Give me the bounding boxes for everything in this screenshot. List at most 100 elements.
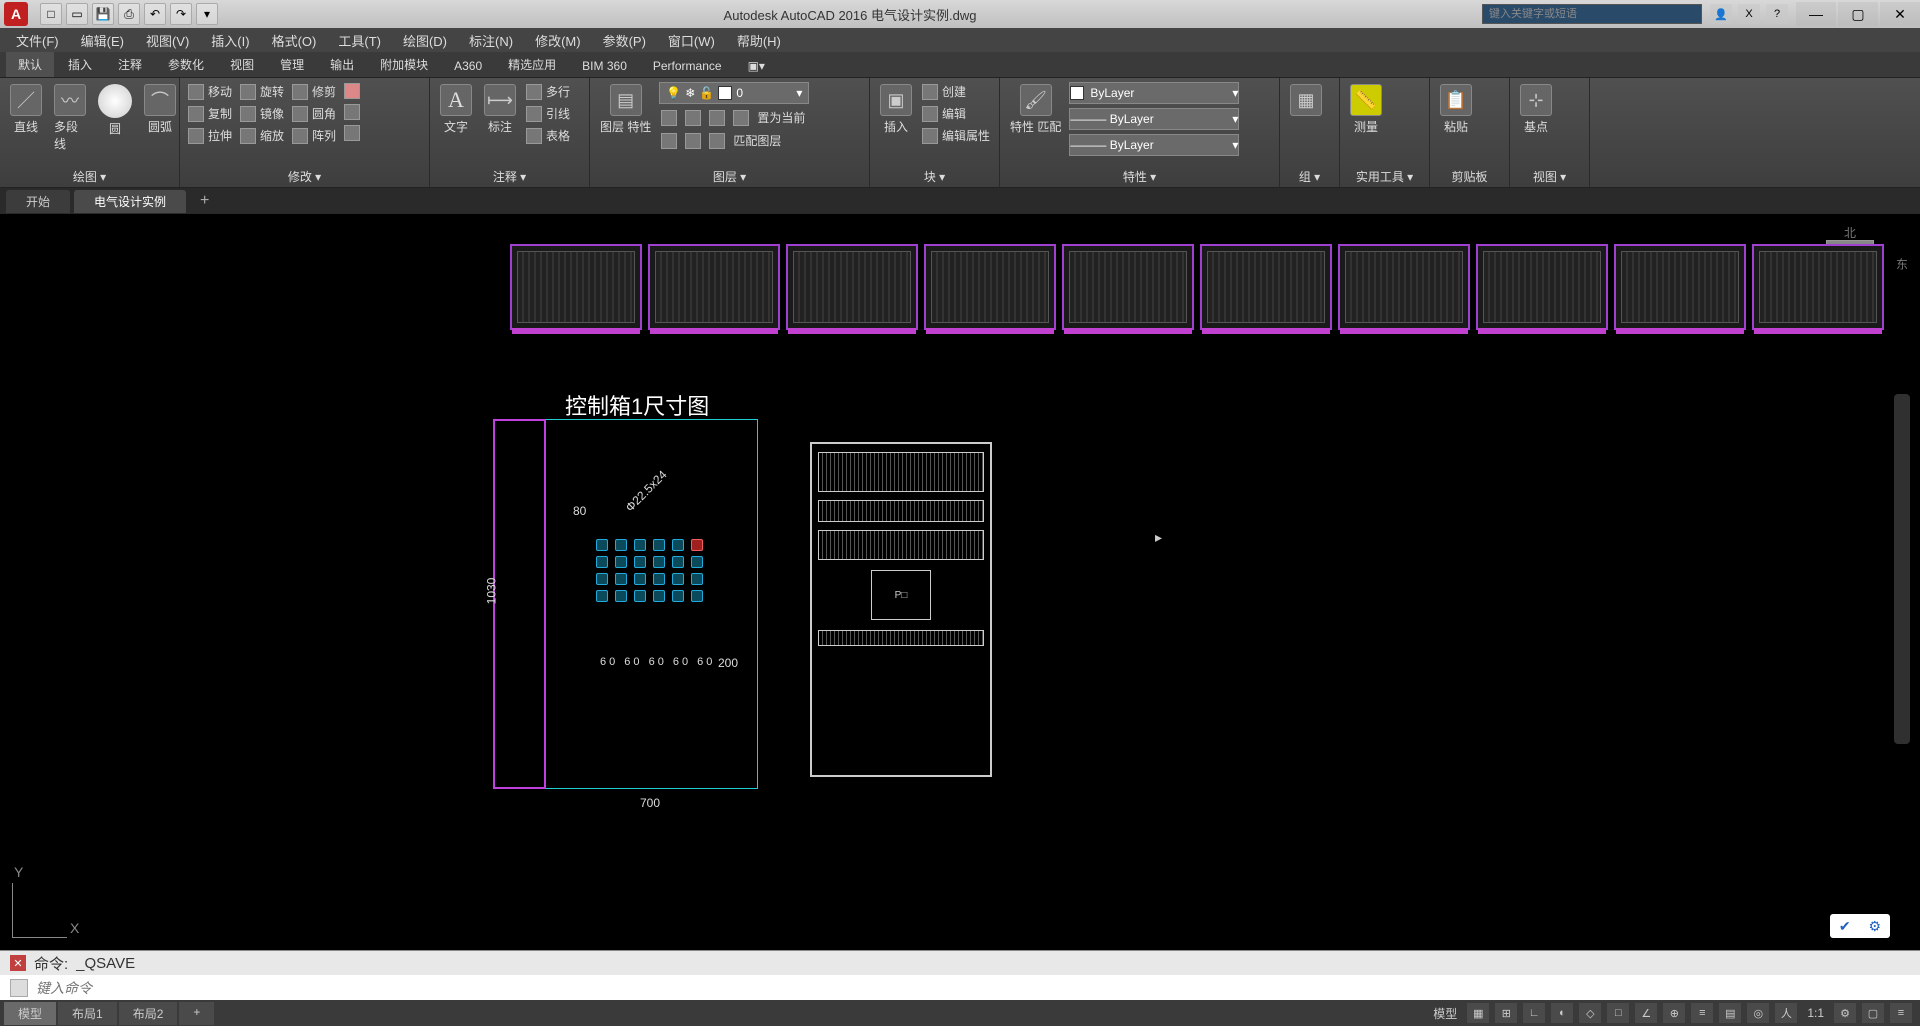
- insert-block-button[interactable]: ▣插入: [876, 82, 916, 137]
- layout-tab-layout1[interactable]: 布局1: [58, 1002, 117, 1025]
- status-grid-button[interactable]: ▦: [1467, 1003, 1489, 1023]
- menu-parametric[interactable]: 参数(P): [593, 29, 656, 52]
- layer-match-button[interactable]: 匹配图层: [731, 131, 783, 150]
- ribbon-tab-featured[interactable]: 精选应用: [496, 52, 568, 77]
- ribbon-tab-bim360[interactable]: BIM 360: [570, 55, 639, 77]
- qat-redo-button[interactable]: ↷: [170, 3, 192, 25]
- trim-button[interactable]: 修剪: [290, 82, 338, 101]
- menu-tools[interactable]: 工具(T): [328, 29, 391, 52]
- arc-button[interactable]: ⌒圆弧: [140, 82, 180, 137]
- qat-save-button[interactable]: 💾: [92, 3, 114, 25]
- thumbnail[interactable]: [1476, 244, 1608, 330]
- ribbon-tab-addins[interactable]: 附加模块: [368, 52, 440, 77]
- menu-edit[interactable]: 编辑(E): [71, 29, 134, 52]
- panel-clipboard-label[interactable]: 剪贴板: [1436, 166, 1503, 185]
- layer-thaw-button[interactable]: [683, 131, 703, 150]
- thumbnail[interactable]: [510, 244, 642, 330]
- status-ann-button[interactable]: 人: [1775, 1003, 1797, 1023]
- status-scale[interactable]: 1:1: [1803, 1006, 1828, 1020]
- thumbnail[interactable]: [1752, 244, 1884, 330]
- drawing-canvas[interactable]: 北 南 西 东 控制箱1尺寸图 1030 700 200 60 60 60 60…: [0, 214, 1920, 950]
- cabinet-internal-layout[interactable]: P□: [810, 442, 992, 777]
- menu-window[interactable]: 窗口(W): [658, 29, 725, 52]
- layout-tab-add[interactable]: +: [179, 1002, 214, 1025]
- ribbon-tab-home[interactable]: 默认: [6, 52, 54, 77]
- menu-view[interactable]: 视图(V): [136, 29, 199, 52]
- menu-insert[interactable]: 插入(I): [201, 29, 259, 52]
- explode-button[interactable]: [342, 103, 362, 121]
- thumbnail[interactable]: [648, 244, 780, 330]
- menu-modify[interactable]: 修改(M): [525, 29, 591, 52]
- status-otrack-button[interactable]: ∠: [1635, 1003, 1657, 1023]
- qat-open-button[interactable]: ▭: [66, 3, 88, 25]
- menu-format[interactable]: 格式(O): [262, 29, 327, 52]
- circle-button[interactable]: 圆: [94, 82, 136, 139]
- status-polar-button[interactable]: ◐: [1551, 1003, 1573, 1023]
- ribbon-tab-performance[interactable]: Performance: [641, 55, 734, 77]
- panel-utilities-label[interactable]: 实用工具 ▾: [1346, 166, 1423, 185]
- panel-block-label[interactable]: 块 ▾: [876, 166, 993, 185]
- status-model-label[interactable]: 模型: [1429, 1005, 1461, 1022]
- filetab-add-button[interactable]: +: [190, 192, 219, 210]
- qat-undo-button[interactable]: ↶: [144, 3, 166, 25]
- measure-button[interactable]: 📏测量: [1346, 82, 1386, 137]
- layout-tab-model[interactable]: 模型: [4, 1002, 56, 1025]
- thumbnail[interactable]: [1062, 244, 1194, 330]
- viewcube-east[interactable]: 东: [1896, 256, 1908, 273]
- fillet-button[interactable]: 圆角: [290, 104, 338, 123]
- drawing-title-text[interactable]: 控制箱1尺寸图: [565, 389, 709, 421]
- infocenter-search[interactable]: 键入关键字或短语: [1482, 4, 1702, 24]
- control-icon-1[interactable]: ✔: [1839, 918, 1851, 935]
- layer-unlock-button[interactable]: [707, 131, 727, 150]
- help-button[interactable]: ?: [1766, 4, 1788, 24]
- status-snap-button[interactable]: ⊞: [1495, 1003, 1517, 1023]
- group-button[interactable]: ▦: [1286, 82, 1326, 118]
- menu-draw[interactable]: 绘图(D): [393, 29, 457, 52]
- color-dropdown[interactable]: ByLayer▾: [1069, 82, 1239, 104]
- command-input[interactable]: [36, 980, 1910, 996]
- status-ws-button[interactable]: ⚙: [1834, 1003, 1856, 1023]
- qat-plot-button[interactable]: ⎙: [118, 3, 140, 25]
- table-button[interactable]: 表格: [524, 126, 572, 145]
- menu-help[interactable]: 帮助(H): [727, 29, 791, 52]
- signin-button[interactable]: 👤: [1710, 4, 1732, 24]
- panel-draw-label[interactable]: 绘图 ▾: [6, 166, 173, 185]
- status-custom-button[interactable]: ≡: [1890, 1003, 1912, 1023]
- layout-tab-layout2[interactable]: 布局2: [119, 1002, 178, 1025]
- in-canvas-controls[interactable]: ✔ ⚙: [1830, 914, 1890, 938]
- mline-button[interactable]: 多行: [524, 82, 572, 101]
- app-menu-button[interactable]: A: [4, 2, 28, 26]
- layer-off-button[interactable]: [683, 108, 703, 127]
- stretch-button[interactable]: 拉伸: [186, 126, 234, 145]
- status-lwt-button[interactable]: ≡: [1691, 1003, 1713, 1023]
- move-button[interactable]: 移动: [186, 82, 234, 101]
- close-button[interactable]: ✕: [1880, 2, 1920, 26]
- dimension-width[interactable]: 700: [640, 796, 660, 810]
- thumbnail[interactable]: [1614, 244, 1746, 330]
- panel-modify-label[interactable]: 修改 ▾: [186, 166, 423, 185]
- edit-block-button[interactable]: 编辑: [920, 104, 992, 123]
- ribbon-tab-focus[interactable]: ▣▾: [736, 55, 777, 77]
- dimension-60row[interactable]: 60 60 60 60 60: [600, 656, 715, 668]
- edit-attr-button[interactable]: 编辑属性: [920, 126, 992, 145]
- control-icon-2[interactable]: ⚙: [1869, 918, 1882, 935]
- dimension-button[interactable]: ⟼标注: [480, 82, 520, 137]
- thumbnail[interactable]: [1200, 244, 1332, 330]
- polyline-button[interactable]: 〰多段线: [50, 82, 90, 154]
- scale-button[interactable]: 缩放: [238, 126, 286, 145]
- cabinet-selection[interactable]: [493, 419, 546, 789]
- panel-group-label[interactable]: 组 ▾: [1286, 166, 1333, 185]
- rotate-button[interactable]: 旋转: [238, 82, 286, 101]
- command-close-button[interactable]: ✕: [10, 955, 26, 971]
- status-osnap-button[interactable]: □: [1607, 1003, 1629, 1023]
- command-prompt-icon[interactable]: [10, 979, 28, 997]
- erase-button[interactable]: [342, 82, 362, 100]
- ucs-icon[interactable]: Y X: [12, 883, 67, 938]
- layer-setcurrent-button[interactable]: 置为当前: [755, 108, 807, 127]
- array-button[interactable]: 阵列: [290, 126, 338, 145]
- dimension-height[interactable]: 1030: [484, 578, 498, 605]
- offset-button[interactable]: [342, 124, 362, 142]
- leader-button[interactable]: 引线: [524, 104, 572, 123]
- lineweight-dropdown[interactable]: ——— ByLayer▾: [1069, 108, 1239, 130]
- ribbon-tab-view[interactable]: 视图: [218, 52, 266, 77]
